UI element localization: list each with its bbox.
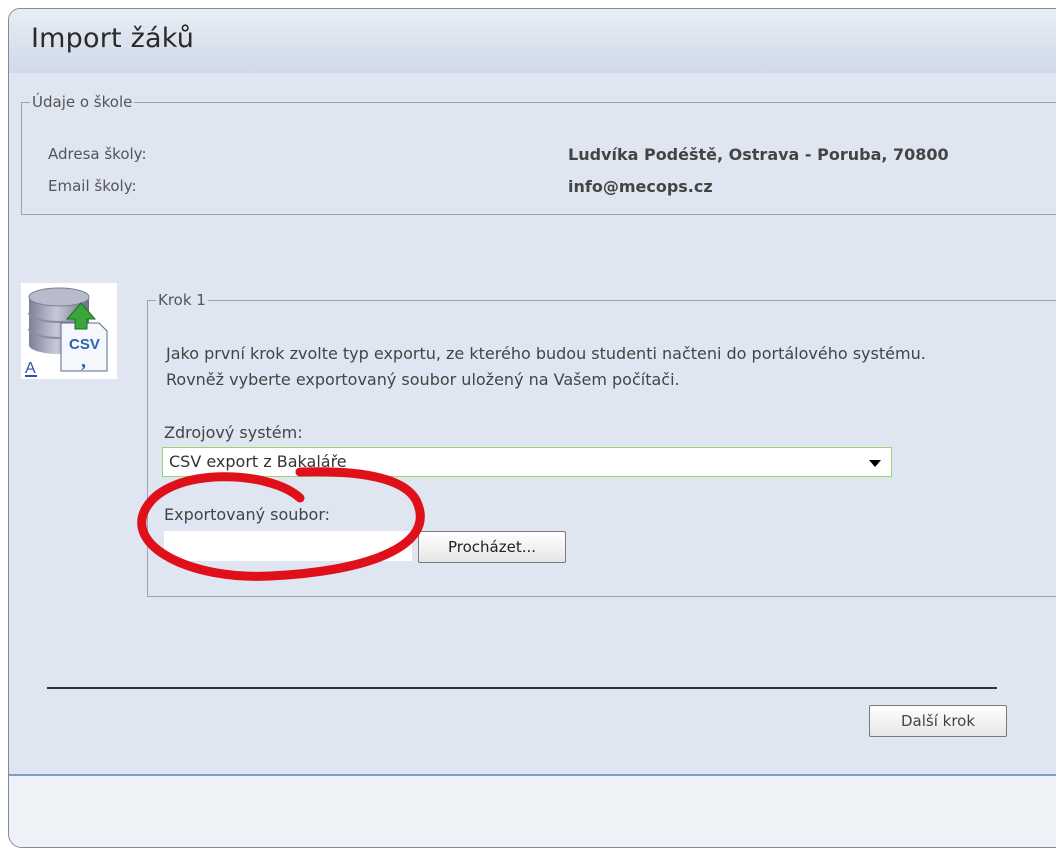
- school-address-label: Adresa školy:: [48, 145, 147, 163]
- page-title: Import žáků: [31, 23, 195, 54]
- dropdown-arrow-icon[interactable]: [869, 460, 881, 467]
- step-1-legend: Krok 1: [158, 291, 206, 309]
- import-window: Import žáků Údaje o škole Adresa školy: …: [8, 8, 1056, 848]
- step-description: Jako první krok zvolte typ exportu, ze k…: [166, 344, 926, 389]
- icon-letter-a: A: [25, 360, 36, 377]
- exported-file-label: Exportovaný soubor:: [164, 505, 331, 524]
- footer-area: [9, 776, 1056, 847]
- school-info-legend: Údaje o škole: [32, 93, 133, 111]
- next-step-button[interactable]: Další krok: [869, 705, 1007, 737]
- school-email-label: Email školy:: [48, 177, 137, 195]
- school-info-group: Údaje o škole Adresa školy: Ludvíka Podé…: [21, 93, 1056, 215]
- school-email-value: info@mecops.cz: [568, 177, 713, 196]
- browse-button[interactable]: Procházet...: [418, 531, 566, 563]
- school-address-value: Ludvíka Podéště, Ostrava - Poruba, 70800: [568, 145, 949, 164]
- exported-file-input[interactable]: [164, 531, 412, 561]
- title-bar: Import žáků: [9, 9, 1056, 73]
- divider: [47, 687, 997, 689]
- svg-text:,: ,: [81, 350, 86, 372]
- database-csv-import-icon: CSV , A: [21, 283, 117, 379]
- source-system-select[interactable]: CSV export z Bakaláře: [162, 447, 892, 477]
- step-1-group: Krok 1 Jako první krok zvolte typ export…: [147, 291, 1056, 597]
- source-system-label: Zdrojový systém:: [164, 423, 303, 442]
- source-system-selected: CSV export z Bakaláře: [169, 452, 347, 471]
